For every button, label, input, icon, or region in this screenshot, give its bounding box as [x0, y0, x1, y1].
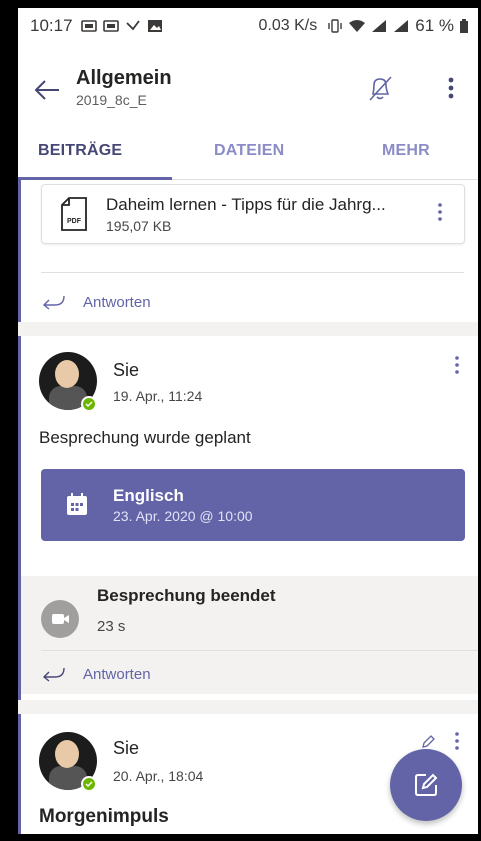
- arrow-left-icon: [34, 80, 59, 100]
- status-time: 10:17: [30, 16, 73, 35]
- post-message: Morgenimpuls: [39, 806, 169, 827]
- more-vertical-icon: [455, 356, 459, 374]
- new-post-button[interactable]: [390, 749, 462, 821]
- meeting-card[interactable]: Englisch 23. Apr. 2020 @ 10:00: [41, 469, 465, 541]
- post-more-button[interactable]: [450, 356, 464, 378]
- tab-more[interactable]: MEHR: [382, 142, 430, 160]
- wifi-icon: [349, 20, 366, 32]
- post: Sie 19. Apr., 11:24 Besprechung wurde ge…: [18, 336, 478, 700]
- bell-off-icon: [369, 76, 392, 101]
- reply-label: Antworten: [83, 665, 151, 683]
- meeting-info: Englisch 23. Apr. 2020 @ 10:00: [113, 486, 253, 524]
- meeting-ended-title: Besprechung beendet: [97, 586, 276, 605]
- divider: [41, 272, 464, 273]
- video-call-icon: [41, 600, 79, 638]
- tab-posts[interactable]: BEITRÄGE: [38, 142, 122, 160]
- notifications-off-button[interactable]: [362, 70, 398, 106]
- header-more-button[interactable]: [436, 70, 466, 106]
- channel-tabs: BEITRÄGE DATEIEN MEHR: [18, 126, 478, 180]
- more-vertical-icon: [455, 732, 459, 750]
- meeting-duration: 23 s: [97, 618, 126, 635]
- more-vertical-icon: [438, 203, 442, 221]
- title-block: Allgemein 2019_8c_E: [76, 66, 478, 108]
- notification-icon: [102, 20, 119, 32]
- compose-icon: [415, 773, 438, 796]
- posts-feed[interactable]: PDF Daheim lernen - Tipps für die Jahrg.…: [18, 180, 478, 834]
- file-attachment[interactable]: PDF Daheim lernen - Tipps für die Jahrg.…: [41, 184, 465, 244]
- network-speed: 0.03 K/s: [258, 17, 318, 34]
- presence-available-icon: [81, 776, 97, 792]
- channel-title: Allgemein: [76, 67, 172, 89]
- avatar-head: [55, 740, 79, 768]
- meeting-ended-block: Besprechung beendet 23 s Antworten: [21, 576, 478, 694]
- signal-icon: [372, 20, 387, 32]
- edited-pencil-icon: [422, 735, 435, 748]
- back-button[interactable]: [18, 70, 76, 110]
- post-more-button[interactable]: [450, 732, 464, 754]
- vibrate-icon: [328, 19, 342, 33]
- post-timestamp: 20. Apr., 18:04: [113, 768, 204, 784]
- post-author: Sie: [113, 738, 140, 758]
- image-icon: [147, 20, 162, 32]
- calendar-icon: [67, 493, 87, 515]
- channel-header: Allgemein 2019_8c_E: [18, 44, 478, 126]
- missed-call-icon: [125, 20, 140, 31]
- reply-arrow-icon: [42, 667, 65, 682]
- post-author: Sie: [113, 360, 140, 380]
- svg-text:PDF: PDF: [67, 218, 82, 225]
- attachment-size: 195,07 KB: [106, 217, 172, 234]
- post-timestamp: 19. Apr., 11:24: [113, 388, 203, 404]
- battery-icon: [460, 19, 468, 33]
- device-frame: 10:17 0.03 K/s 61 % Allgemein 2019_8c_E: [0, 0, 481, 841]
- meeting-date: 23. Apr. 2020 @ 10:00: [113, 508, 253, 524]
- status-right: 0.03 K/s 61 %: [259, 16, 468, 36]
- status-bar: 10:17 0.03 K/s 61 %: [18, 8, 478, 44]
- signal-icon: [394, 20, 409, 32]
- avatar-head: [55, 360, 79, 388]
- more-vertical-icon: [448, 77, 454, 99]
- notification-icons: [80, 19, 163, 33]
- divider: [41, 650, 478, 651]
- app-screen: 10:17 0.03 K/s 61 % Allgemein 2019_8c_E: [18, 8, 478, 834]
- post: PDF Daheim lernen - Tipps für die Jahrg.…: [18, 180, 478, 322]
- reply-label: Antworten: [83, 293, 151, 311]
- attachment-more-button[interactable]: [430, 203, 450, 227]
- reply-button[interactable]: Antworten: [41, 656, 151, 692]
- battery-level: 61 %: [415, 16, 454, 35]
- reply-arrow-icon: [42, 295, 65, 310]
- presence-available-icon: [81, 396, 97, 412]
- tab-files[interactable]: DATEIEN: [214, 142, 284, 160]
- meeting-title: Englisch: [113, 486, 184, 505]
- team-name: 2019_8c_E: [76, 92, 147, 108]
- attachment-info: Daheim lernen - Tipps für die Jahrg... 1…: [106, 195, 386, 234]
- pdf-file-icon: PDF: [61, 197, 87, 231]
- reply-button[interactable]: Antworten: [41, 284, 151, 320]
- post-message: Besprechung wurde geplant: [39, 428, 251, 447]
- attachment-name: Daheim lernen - Tipps für die Jahrg...: [106, 194, 386, 214]
- notification-icon: [80, 20, 97, 32]
